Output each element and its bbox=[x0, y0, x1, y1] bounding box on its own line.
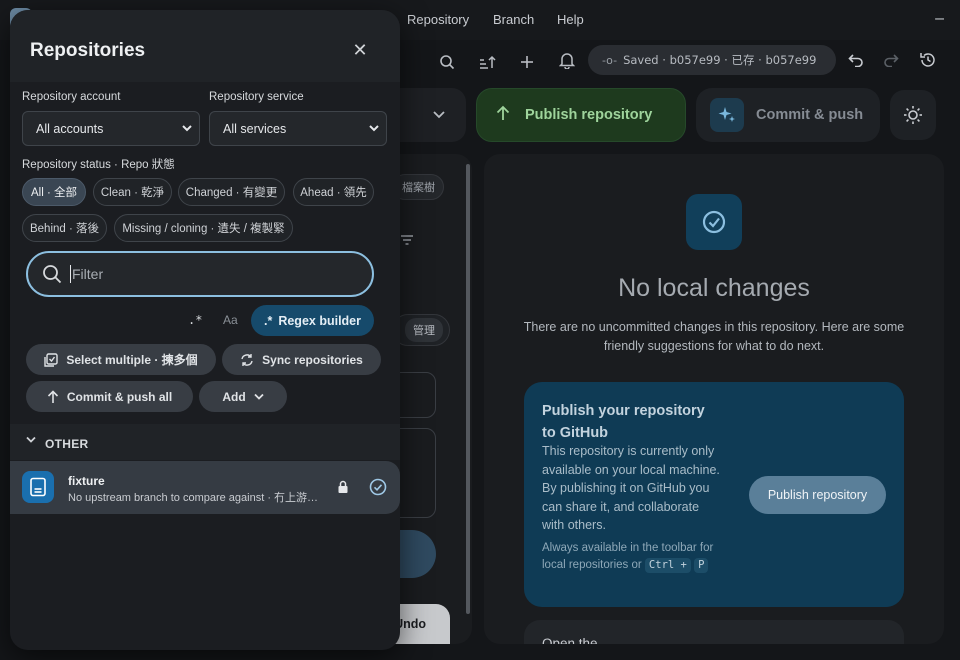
chip-ahead[interactable]: Ahead · 領先 bbox=[293, 178, 374, 206]
repository-status: No upstream branch to compare against · … bbox=[68, 492, 324, 504]
publish-repository-button[interactable]: Publish repository bbox=[476, 88, 686, 142]
undo-icon[interactable] bbox=[845, 49, 867, 71]
scrollbar[interactable] bbox=[466, 164, 470, 614]
repository-name: fixture bbox=[68, 474, 105, 488]
chevron-down-icon bbox=[182, 125, 192, 132]
commit-push-label: Commit & push bbox=[756, 107, 864, 123]
repository-icon bbox=[22, 471, 54, 503]
commit-push-all-button[interactable]: Commit & push all bbox=[26, 381, 193, 412]
account-label: Repository account bbox=[22, 91, 121, 103]
publish-card-title: Publish your repository to GitHub bbox=[542, 403, 705, 441]
status-label: Repository status · Repo 狀態 bbox=[22, 159, 175, 171]
filter-field[interactable] bbox=[26, 251, 374, 297]
bell-icon[interactable] bbox=[556, 49, 578, 71]
publish-card-note: Always available in the toolbar for loca… bbox=[542, 540, 722, 574]
regex-toggle[interactable]: .* bbox=[188, 313, 202, 327]
search-icon[interactable] bbox=[436, 51, 458, 73]
service-label: Repository service bbox=[209, 91, 304, 103]
search-icon bbox=[42, 264, 62, 289]
saved-status-pill: -o- Saved · b057e99 · 已存 · b057e99 bbox=[588, 45, 836, 75]
check-circle-icon bbox=[369, 478, 387, 501]
chip-changed[interactable]: Changed · 有變更 bbox=[178, 178, 285, 206]
chevron-down-icon bbox=[254, 393, 264, 400]
open-card-title: Open the bbox=[542, 636, 598, 644]
commit-push-button[interactable]: Commit & push bbox=[696, 88, 880, 142]
regex-builder-button[interactable]: .* Regex builder bbox=[251, 305, 374, 336]
manage-control[interactable]: 管理 bbox=[392, 314, 450, 346]
arrow-up-icon bbox=[47, 389, 58, 403]
menu-branch[interactable]: Branch bbox=[493, 12, 534, 27]
no-changes-description: There are no uncommitted changes in this… bbox=[523, 320, 905, 353]
no-changes-panel: No local changes There are no uncommitte… bbox=[484, 154, 944, 644]
chip-all[interactable]: All · 全部 bbox=[22, 178, 86, 206]
menu-repository[interactable]: Repository bbox=[407, 12, 469, 27]
add-label: Add bbox=[222, 389, 246, 404]
menu-help[interactable]: Help bbox=[557, 12, 584, 27]
case-sensitive-toggle[interactable]: Aa bbox=[223, 313, 238, 327]
service-select-value: All services bbox=[223, 121, 287, 136]
shortcut-key-p: P bbox=[694, 558, 709, 573]
add-button[interactable]: Add bbox=[199, 381, 287, 412]
publish-card-body: This repository is currently only availa… bbox=[542, 444, 720, 532]
arrow-up-icon bbox=[495, 105, 511, 125]
minimize-button[interactable]: – bbox=[935, 10, 944, 28]
sun-icon bbox=[904, 106, 922, 124]
sparkle-icon bbox=[710, 98, 744, 132]
saved-status-text: Saved · b057e99 · 已存 · b057e99 bbox=[623, 53, 817, 67]
regex-builder-glyph: .* bbox=[263, 313, 273, 328]
chevron-down-icon bbox=[433, 111, 445, 119]
select-multiple-button[interactable]: Select multiple · 揀多個 bbox=[26, 344, 216, 375]
publish-suggestion-card: Publish your repository to GitHub This r… bbox=[524, 382, 904, 607]
filter-lines-icon[interactable] bbox=[400, 232, 414, 248]
chip-missing[interactable]: Missing / cloning · 遺失 / 複製緊 bbox=[114, 214, 293, 242]
account-select-value: All accounts bbox=[36, 121, 104, 136]
modal-header: Repositories ✕ bbox=[10, 10, 400, 82]
commit-push-all-label: Commit & push all bbox=[66, 389, 173, 404]
shortcut-key-ctrl: Ctrl + bbox=[644, 558, 691, 573]
open-in-editor-card: Open the bbox=[524, 620, 904, 644]
close-icon[interactable]: ✕ bbox=[350, 40, 370, 60]
history-icon[interactable] bbox=[917, 49, 939, 71]
check-circle-icon bbox=[686, 194, 742, 250]
multi-select-icon bbox=[44, 352, 59, 367]
no-changes-title: No local changes bbox=[618, 274, 810, 302]
theme-toggle-button[interactable] bbox=[890, 90, 936, 140]
service-select[interactable]: All services bbox=[209, 111, 387, 146]
select-multiple-label: Select multiple · 揀多個 bbox=[66, 353, 198, 367]
filter-input[interactable] bbox=[72, 263, 352, 285]
chevron-down-icon bbox=[369, 125, 379, 132]
sort-icon[interactable] bbox=[476, 51, 498, 73]
chevron-down-icon bbox=[26, 436, 36, 443]
lock-icon bbox=[337, 480, 349, 499]
undo-button[interactable]: Undo bbox=[392, 604, 450, 644]
repositories-modal: Repositories ✕ Repository account All ac… bbox=[10, 10, 400, 650]
modal-title: Repositories bbox=[30, 40, 146, 61]
repository-row[interactable]: fixture No upstream branch to compare ag… bbox=[10, 461, 400, 514]
section-other-label: OTHER bbox=[45, 437, 89, 451]
regex-builder-label: Regex builder bbox=[278, 313, 361, 328]
sync-icon bbox=[241, 353, 253, 366]
plus-icon[interactable] bbox=[516, 51, 538, 73]
branch-dropdown[interactable] bbox=[400, 88, 466, 142]
publish-card-button[interactable]: Publish repository bbox=[749, 476, 886, 514]
sync-repositories-button[interactable]: Sync repositories bbox=[222, 344, 381, 375]
chip-clean[interactable]: Clean · 乾淨 bbox=[93, 178, 172, 206]
text-cursor bbox=[70, 265, 71, 283]
chip-behind[interactable]: Behind · 落後 bbox=[22, 214, 107, 242]
sync-repositories-label: Sync repositories bbox=[262, 352, 363, 367]
commit-icon: -o- bbox=[602, 53, 618, 67]
account-select[interactable]: All accounts bbox=[22, 111, 200, 146]
section-other-header[interactable]: OTHER bbox=[10, 424, 400, 460]
redo-icon[interactable] bbox=[880, 49, 902, 71]
manage-button[interactable]: 管理 bbox=[405, 318, 443, 342]
publish-repository-label: Publish repository bbox=[525, 107, 653, 123]
